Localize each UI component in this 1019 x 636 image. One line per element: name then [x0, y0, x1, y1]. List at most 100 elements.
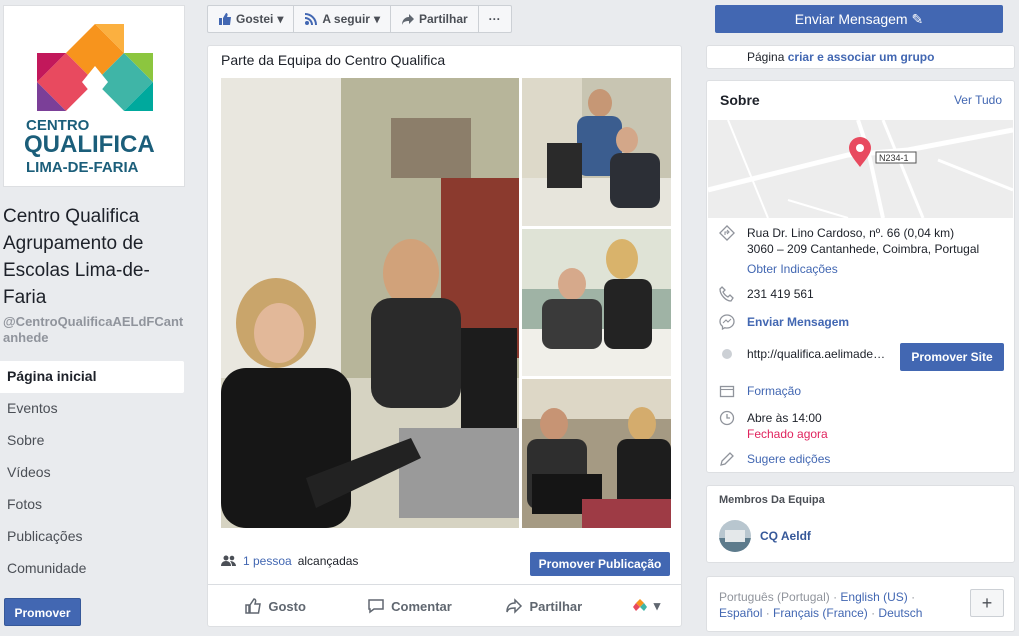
nav-item-videos[interactable]: Vídeos — [0, 457, 184, 489]
more-dots-icon: ··· — [488, 12, 501, 26]
see-all-link[interactable]: Ver Tudo — [954, 93, 1002, 107]
location-map[interactable]: N234-1 — [708, 120, 1013, 218]
thumbs-up-outline-icon — [245, 598, 262, 614]
member-avatar-image — [719, 520, 751, 552]
pencil-icon — [720, 452, 734, 466]
address-row: Rua Dr. Lino Cardoso, nº. 66 (0,04 km) 3… — [719, 225, 979, 277]
team-members-title: Membros Da Equipa — [719, 494, 825, 506]
member-avatar[interactable] — [719, 520, 751, 552]
like-post-button[interactable]: Gosto — [208, 597, 342, 615]
photo-3[interactable] — [522, 229, 671, 376]
nav-item-sobre[interactable]: Sobre — [0, 425, 184, 457]
svg-text:QUALIFICA: QUALIFICA — [24, 131, 155, 158]
nav-item-fotos[interactable]: Fotos — [0, 489, 184, 521]
member-name-link[interactable]: CQ Aeldf — [760, 529, 811, 543]
group-prefix: Página — [747, 50, 785, 64]
photo-2-image — [522, 78, 671, 226]
thumbs-up-icon — [219, 13, 231, 25]
group-text: Página criar e associar um grupo — [747, 50, 934, 64]
left-column: CENTRO QUALIFICA LIMA-DE-FARIA Centro Qu… — [0, 0, 193, 636]
language-francais-link[interactable]: Français (France) — [773, 606, 868, 620]
team-members-card: Membros Da Equipa CQ Aeldf — [706, 485, 1015, 563]
like-post-label: Gosto — [268, 598, 306, 614]
get-directions-link[interactable]: Obter Indicações — [747, 261, 979, 277]
address-line-1: Rua Dr. Lino Cardoso, nº. 66 (0,04 km) — [747, 226, 955, 240]
like-page-label: Gostei — [236, 12, 274, 26]
promote-post-button[interactable]: Promover Publicação — [530, 552, 670, 576]
suggest-row: Sugere edições — [719, 451, 830, 467]
phone-number[interactable]: 231 419 561 — [747, 286, 814, 302]
language-row-1: Português (Portugal) · English (US) · — [719, 590, 916, 604]
send-message-button[interactable]: Enviar Mensagem ✎ — [715, 5, 1003, 33]
promote-page-button[interactable]: Promover — [4, 598, 81, 626]
post-as-selector[interactable]: ▾ — [611, 598, 681, 614]
website-row: http://qualifica.aelimade… — [719, 346, 885, 362]
website-link[interactable]: http://qualifica.aelimade… — [747, 346, 885, 362]
nav-item-pagina-inicial[interactable]: Página inicial — [0, 361, 184, 393]
nav-item-publicacoes[interactable]: Publicações — [0, 521, 184, 553]
photo-4-image — [522, 379, 671, 528]
page-logo[interactable]: CENTRO QUALIFICA LIMA-DE-FARIA — [3, 5, 185, 187]
send-message-link[interactable]: Enviar Mensagem — [747, 314, 849, 330]
caret-down-icon: ▾ — [277, 12, 284, 26]
share-arrow-icon — [506, 598, 523, 614]
phone-icon — [719, 286, 734, 302]
language-card: Português (Portugal) · English (US) · Es… — [706, 576, 1015, 632]
more-languages-button[interactable]: + — [970, 589, 1004, 617]
current-language: Português (Portugal) — [719, 590, 830, 604]
svg-text:LIMA-DE-FARIA: LIMA-DE-FARIA — [26, 159, 139, 176]
promote-site-button[interactable]: Promover Site — [900, 343, 1004, 371]
follow-page-label: A seguir — [322, 12, 370, 26]
svg-text:N234-1: N234-1 — [879, 153, 909, 163]
caret-down-icon: ▾ — [373, 12, 380, 26]
post-text: Parte da Equipa do Centro Qualifica — [221, 52, 446, 68]
language-deutsch-link[interactable]: Deutsch — [878, 606, 922, 620]
follow-page-button[interactable]: A seguir ▾ — [294, 6, 391, 32]
message-row: Enviar Mensagem — [719, 314, 849, 330]
address-line-2: 3060 – 209 Cantanhede, Coimbra, Portugal — [747, 242, 980, 256]
share-page-button[interactable]: Partilhar — [391, 6, 479, 32]
language-espanol-link[interactable]: Español — [719, 606, 762, 620]
people-icon — [221, 555, 236, 566]
language-row-2: Español · Français (France) · Deutsch — [719, 606, 923, 620]
clock-icon — [719, 410, 735, 426]
category-folder-icon — [719, 385, 735, 398]
caret-down-icon: ▾ — [653, 598, 661, 613]
reach-count-link[interactable]: 1 pessoa — [243, 554, 292, 568]
messenger-icon — [719, 314, 735, 330]
page-name[interactable]: Centro Qualifica Agrupamento de Escolas … — [3, 203, 188, 311]
rss-icon — [305, 13, 318, 26]
create-group-link[interactable]: criar e associar um grupo — [788, 50, 935, 64]
send-message-label: Enviar Mensagem — [794, 11, 908, 27]
globe-icon — [722, 349, 732, 359]
photo-main[interactable] — [221, 78, 519, 528]
post-photo-grid[interactable] — [221, 78, 671, 528]
share-post-button[interactable]: Partilhar — [477, 597, 611, 615]
opening-hours: Abre às 14:00 — [747, 411, 822, 425]
pencil-icon: ✎ — [911, 11, 924, 27]
share-page-label: Partilhar — [418, 12, 468, 26]
hours-row: Abre às 14:00 Fechado agora — [719, 410, 828, 442]
suggest-edits-link[interactable]: Sugere edições — [747, 451, 830, 467]
directions-diamond-icon — [719, 225, 735, 241]
photo-2[interactable] — [522, 78, 671, 226]
nav-item-eventos[interactable]: Eventos — [0, 393, 184, 425]
post-divider — [208, 584, 681, 585]
page-action-bar: Gostei ▾ A seguir ▾ Partilhar ··· — [207, 5, 512, 33]
nav-item-comunidade[interactable]: Comunidade — [0, 553, 184, 585]
post-card: Parte da Equipa do Centro Qualifica 1 pe… — [207, 45, 682, 627]
comment-post-label: Comentar — [391, 598, 452, 614]
category-link[interactable]: Formação — [747, 383, 801, 399]
more-options-button[interactable]: ··· — [479, 6, 511, 32]
comment-post-button[interactable]: Comentar — [342, 597, 476, 615]
open-status: Fechado agora — [747, 427, 828, 441]
about-card: Sobre Ver Tudo N234-1 Rua Dr. Lino Cardo… — [706, 80, 1015, 473]
page-handle[interactable]: @CentroQualificaAELdFCantanhede — [3, 314, 188, 346]
phone-row: 231 419 561 — [719, 286, 814, 302]
photo-4[interactable] — [522, 379, 671, 528]
like-page-button[interactable]: Gostei ▾ — [208, 6, 295, 32]
reach-label: alcançadas — [297, 554, 359, 568]
language-english-link[interactable]: English (US) — [840, 590, 907, 604]
category-row: Formação — [719, 383, 801, 399]
post-reach: 1 pessoa alcançadas — [221, 554, 358, 568]
